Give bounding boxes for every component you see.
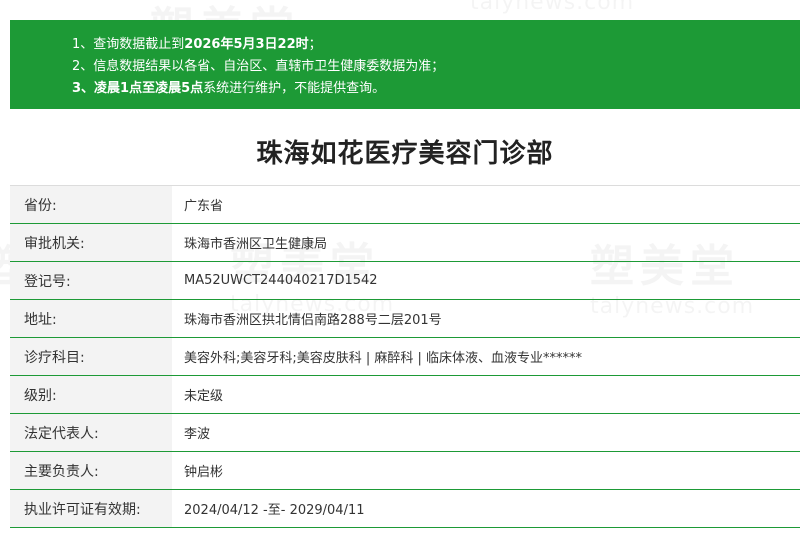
row-label: 法定代表人: — [10, 414, 172, 451]
info-row-registration: 登记号: MA52UWCT244040217D1542 — [10, 262, 800, 300]
info-row-address: 地址: 珠海市香洲区拱北情侣南路288号二层201号 — [10, 300, 800, 338]
row-value: 珠海市香洲区拱北情侣南路288号二层201号 — [184, 313, 442, 328]
notice-text: 1、查询数据截止到 — [72, 37, 185, 52]
info-row-authority: 审批机关: 珠海市香洲区卫生健康局 — [10, 224, 800, 262]
row-label: 审批机关: — [10, 224, 172, 261]
notice-line: 2、信息数据结果以各省、自治区、直辖市卫生健康委数据为准； — [72, 56, 800, 78]
row-value: 美容外科;美容牙科;美容皮肤科 | 麻醉科 | 临床体液、血液专业****** — [184, 351, 583, 366]
watermark: talynews.com — [470, 0, 634, 15]
info-table: 省份: 广东省 审批机关: 珠海市香洲区卫生健康局 登记号: MA52UWCT2… — [10, 185, 800, 528]
row-label: 诊疗科目: — [10, 338, 172, 375]
info-row-departments: 诊疗科目: 美容外科;美容牙科;美容皮肤科 | 麻醉科 | 临床体液、血液专业*… — [10, 338, 800, 376]
row-label: 省份: — [10, 186, 172, 223]
info-row-level: 级别: 未定级 — [10, 376, 800, 414]
notice-text: 3、 — [72, 81, 95, 96]
row-label: 地址: — [10, 300, 172, 337]
watermark-url: talynews.com — [470, 0, 634, 15]
notice-text: ； — [308, 37, 322, 52]
row-value: 未定级 — [184, 389, 224, 404]
row-value: 李波 — [184, 427, 211, 442]
page-title: 珠海如花医疗美容门诊部 — [256, 139, 554, 169]
notice-line: 1、查询数据截止到2026年5月3日22时； — [72, 34, 800, 56]
notice-text: 系统进行维护，不能提供查询。 — [203, 81, 386, 96]
notice-line: 3、凌晨1点至凌晨5点系统进行维护，不能提供查询。 — [72, 78, 800, 100]
row-value: 钟启彬 — [184, 465, 224, 480]
row-value: 广东省 — [184, 199, 224, 214]
notice-text: 2、信息数据结果以各省、自治区、直辖市卫生健康委数据为准； — [72, 59, 445, 74]
notice-banner: 1、查询数据截止到2026年5月3日22时； 2、信息数据结果以各省、自治区、直… — [10, 20, 800, 109]
notice-highlight: 2026年5月3日22时 — [184, 37, 309, 52]
row-value: 2024/04/12 -至- 2029/04/11 — [184, 503, 365, 518]
info-row-province: 省份: 广东省 — [10, 186, 800, 224]
row-label: 执业许可证有效期: — [10, 490, 172, 527]
info-row-license: 执业许可证有效期: 2024/04/12 -至- 2029/04/11 — [10, 490, 800, 528]
row-label: 级别: — [10, 376, 172, 413]
row-label: 登记号: — [10, 262, 172, 299]
notice-highlight: 凌晨1点至凌晨5点 — [94, 81, 204, 96]
row-value: MA52UWCT244040217D1542 — [184, 273, 378, 288]
row-value: 珠海市香洲区卫生健康局 — [184, 237, 328, 252]
row-label: 主要负责人: — [10, 452, 172, 489]
info-row-legal-rep: 法定代表人: 李波 — [10, 414, 800, 452]
info-row-manager: 主要负责人: 钟启彬 — [10, 452, 800, 490]
